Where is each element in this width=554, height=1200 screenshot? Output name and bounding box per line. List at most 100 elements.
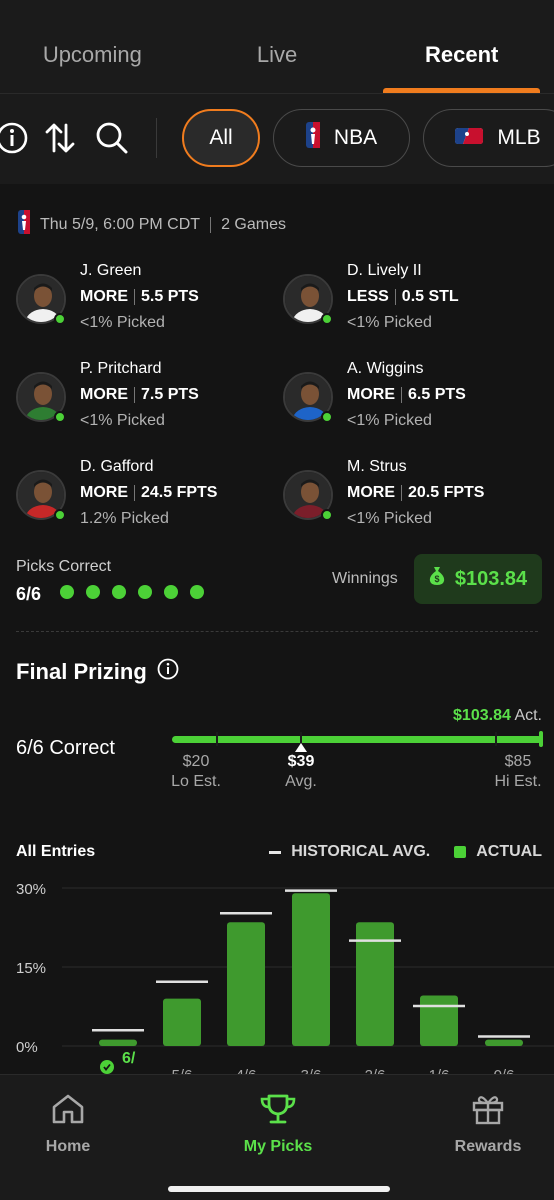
pick-line: MORE 24.5 FPTS	[80, 484, 217, 502]
winnings-badge: $ $103.84	[414, 554, 542, 604]
pick-status-dot	[54, 509, 66, 521]
player-name: A. Wiggins	[347, 360, 424, 377]
picked-percentage: <1% Picked	[347, 412, 432, 429]
line-separator	[134, 289, 135, 305]
player-name: D. Lively II	[347, 262, 422, 279]
tab-upcoming[interactable]: Upcoming	[0, 0, 185, 93]
chart-legend: HISTORICAL AVG. ACTUAL	[269, 843, 542, 861]
hi-est-tick	[495, 732, 497, 746]
pick-status-dot	[321, 411, 333, 423]
pick-direction: MORE	[80, 484, 128, 501]
pick-line: MORE 5.5 PTS	[80, 288, 199, 306]
pick-status-dot	[321, 313, 333, 325]
filter-pill-mlb[interactable]: MLB	[423, 109, 554, 167]
nav-my-picks[interactable]: My Picks	[208, 1093, 348, 1156]
pick-direction: MORE	[347, 484, 395, 501]
player-pick[interactable]: P. Pritchard MORE 7.5 PTS <1% Picked	[16, 360, 276, 440]
hi-est-value: $85	[504, 753, 532, 770]
player-pick[interactable]: M. Strus MORE 20.5 FPTS <1% Picked	[283, 458, 543, 538]
player-name: P. Pritchard	[80, 360, 162, 377]
pick-status-dot	[54, 411, 66, 423]
actual-payout: $103.84 Act.	[453, 707, 542, 725]
y-tick-label: 0%	[16, 1039, 38, 1056]
pick-direction: LESS	[347, 288, 389, 305]
avg-value: $39	[287, 753, 315, 770]
entry-card[interactable]: Thu 5/9, 6:00 PM CDT 2 Games J. Green MOR…	[0, 184, 554, 632]
bar-actual	[420, 995, 458, 1046]
legend-avg-label: HISTORICAL AVG.	[291, 843, 431, 860]
tab-recent[interactable]: Recent	[369, 0, 554, 93]
picks-correct-value: 6/6	[16, 584, 42, 604]
info-icon[interactable]	[157, 658, 179, 686]
info-icon[interactable]	[0, 118, 32, 158]
avg-caption: Avg.	[285, 773, 317, 790]
pick-line: MORE 6.5 PTS	[347, 386, 466, 404]
correct-dot	[112, 585, 126, 599]
tab-label: Live	[256, 41, 298, 67]
filter-pill-nba[interactable]: NBA	[273, 109, 410, 167]
y-tick-label: 15%	[16, 960, 46, 977]
legend-actual-swatch	[454, 846, 467, 858]
player-pick[interactable]: A. Wiggins MORE 6.5 PTS <1% Picked	[283, 360, 543, 440]
nav-label: Rewards	[454, 1138, 522, 1155]
sort-icon[interactable]	[40, 118, 80, 158]
tab-live[interactable]: Live	[185, 0, 370, 93]
correct-dot	[138, 585, 152, 599]
pick-stat-line: 20.5 FPTS	[408, 484, 485, 501]
tab-label: Recent	[425, 41, 499, 67]
hi-est-caption: Hi Est.	[494, 773, 542, 790]
pick-direction: MORE	[347, 386, 395, 403]
nav-label: Home	[45, 1138, 91, 1155]
pick-line: MORE 7.5 PTS	[80, 386, 199, 404]
entry-header: Thu 5/9, 6:00 PM CDT 2 Games	[18, 210, 286, 239]
lo-est-caption: Lo Est.	[171, 773, 221, 790]
player-name: J. Green	[80, 262, 142, 279]
actual-payout-value: $103.84	[453, 707, 511, 724]
y-tick-label: 30%	[16, 881, 46, 898]
bar-actual	[99, 1039, 137, 1046]
actual-payout-suffix: Act.	[514, 707, 542, 724]
search-icon[interactable]	[92, 118, 132, 158]
prizing-correct-label: 6/6 Correct	[16, 737, 115, 759]
nav-home[interactable]: Home	[0, 1093, 138, 1156]
chart-header: All Entries HISTORICAL AVG. ACTUAL	[16, 843, 542, 863]
pill-label: MLB	[497, 126, 541, 149]
game-count: 2 Games	[221, 215, 286, 233]
bar-actual	[292, 893, 330, 1046]
lo-est-label: $20 Lo Est.	[166, 752, 226, 792]
legend-avg-swatch	[269, 850, 282, 854]
correct-dot	[190, 585, 204, 599]
pick-stat-line: 0.5 STL	[401, 288, 459, 305]
filter-pill-all[interactable]: All	[182, 109, 260, 167]
filter-row: All NBA MLB	[0, 94, 554, 184]
home-indicator[interactable]	[168, 1186, 390, 1192]
lo-est-tick	[216, 732, 218, 746]
line-separator	[134, 485, 135, 501]
header-separator	[210, 216, 212, 233]
pick-stat-line: 24.5 FPTS	[141, 484, 218, 501]
nav-rewards[interactable]: Rewards	[418, 1093, 554, 1156]
mlb-logo-icon	[455, 126, 484, 150]
player-pick[interactable]: J. Green MORE 5.5 PTS <1% Picked	[16, 262, 276, 342]
picked-percentage: <1% Picked	[80, 412, 165, 429]
bottom-nav: Home My Picks Rewards	[0, 1074, 554, 1200]
pick-direction: MORE	[80, 288, 128, 305]
money-bag-icon: $	[429, 566, 445, 592]
pick-stat-line: 5.5 PTS	[141, 288, 199, 305]
tab-bar: Upcoming Live Recent	[0, 0, 554, 94]
trophy-icon	[259, 1093, 297, 1130]
picked-percentage: <1% Picked	[347, 314, 432, 331]
home-icon	[51, 1093, 85, 1130]
pick-stat-line: 7.5 PTS	[141, 386, 199, 403]
final-prizing-title: Final Prizing	[16, 659, 147, 684]
line-separator	[401, 387, 402, 403]
line-separator	[394, 289, 396, 305]
player-pick[interactable]: D. Gafford MORE 24.5 FPTS 1.2% Picked	[16, 458, 276, 538]
section-divider	[16, 631, 538, 632]
actual-marker	[539, 731, 543, 747]
x-tick-label: 6/	[122, 1050, 136, 1067]
picked-percentage: <1% Picked	[80, 314, 165, 331]
bar-actual	[163, 998, 201, 1046]
player-pick[interactable]: D. Lively II LESS 0.5 STL <1% Picked	[283, 262, 543, 342]
lo-est-value: $20	[182, 753, 210, 770]
